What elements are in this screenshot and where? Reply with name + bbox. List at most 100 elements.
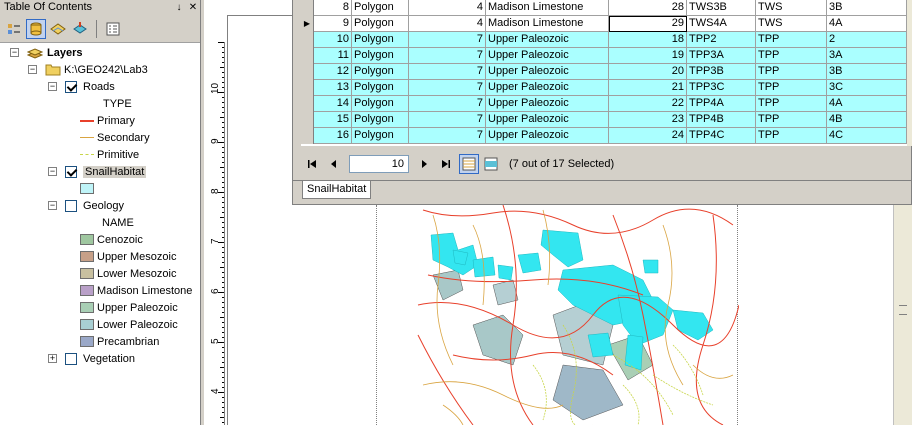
cell-sub[interactable]: 3C (827, 80, 907, 96)
map-vertical-scrollbar[interactable] (893, 205, 912, 425)
cell-shape[interactable]: Polygon (352, 48, 409, 64)
cell-unit[interactable]: TPP4B (687, 112, 756, 128)
cell-unit[interactable]: TPP4A (687, 96, 756, 112)
cell-shape[interactable]: Polygon (352, 96, 409, 112)
table-row[interactable]: 10 Polygon 7 Upper Paleozoic 18 TPP2 TPP 2 (301, 32, 912, 48)
geology-class-row[interactable]: Lower Mesozoic (80, 265, 176, 282)
cell-code[interactable]: 7 (409, 80, 486, 96)
cell-num[interactable]: 23 (609, 112, 687, 128)
cell-num[interactable]: 29 (609, 16, 687, 32)
cell-shape[interactable]: Polygon (352, 128, 409, 144)
list-by-drawing-order-icon[interactable] (4, 19, 24, 39)
cell-num[interactable]: 22 (609, 96, 687, 112)
pin-icon[interactable]: ↓ (172, 2, 186, 13)
cell-sub[interactable]: 4B (827, 112, 907, 128)
cell-name[interactable]: Upper Paleozoic (486, 64, 609, 80)
cell-name[interactable]: Upper Paleozoic (486, 48, 609, 64)
cell-num[interactable]: 20 (609, 64, 687, 80)
geology-class-row[interactable]: Cenozoic (80, 231, 143, 248)
row-header[interactable] (301, 32, 314, 48)
cell-code[interactable]: 7 (409, 128, 486, 144)
cell-sub[interactable]: 4C (827, 128, 907, 144)
roads-class-primary[interactable]: Primary (80, 112, 135, 129)
cell-shape[interactable]: Polygon (352, 80, 409, 96)
show-selected-records-icon[interactable] (481, 154, 501, 174)
show-all-records-icon[interactable] (459, 154, 479, 174)
row-header[interactable] (301, 80, 314, 96)
geology-class-row[interactable]: Lower Paleozoic (80, 316, 178, 333)
table-row[interactable]: 14 Polygon 7 Upper Paleozoic 22 TPP4A TPP 4A (301, 96, 912, 112)
cell-grp[interactable]: TPP (756, 96, 827, 112)
options-icon[interactable] (103, 19, 123, 39)
cell-unit[interactable]: TPP3A (687, 48, 756, 64)
cell-unit[interactable]: TPP3B (687, 64, 756, 80)
vegetation-visibility-checkbox[interactable] (65, 352, 77, 365)
vegetation-layer-node[interactable]: + Vegetation (48, 350, 135, 367)
cell-grp[interactable]: TPP (756, 112, 827, 128)
cell-name[interactable]: Upper Paleozoic (486, 112, 609, 128)
cell-grp[interactable]: TWS (756, 0, 827, 16)
geology-class-row[interactable]: Madison Limestone (80, 282, 192, 299)
roads-class-secondary[interactable]: Secondary (80, 129, 150, 146)
cell-code[interactable]: 7 (409, 112, 486, 128)
folder-node[interactable]: − K:\GEO242\Lab3 (28, 61, 148, 78)
table-row[interactable]: 12 Polygon 7 Upper Paleozoic 20 TPP3B TPP 3B (301, 64, 912, 80)
attribute-grid[interactable]: 8 Polygon 4 Madison Limestone 28 TWS3B TWS 3B ▶ 9… (301, 0, 912, 146)
grid-vertical-scrollbar[interactable] (907, 0, 912, 146)
list-by-source-icon[interactable] (26, 18, 46, 39)
current-row-indicator[interactable]: ▶ (301, 16, 314, 32)
cell-code[interactable]: 7 (409, 96, 486, 112)
collapse-icon[interactable]: − (10, 48, 19, 57)
geology-class-row[interactable]: Upper Paleozoic (80, 299, 178, 316)
cell-sub[interactable]: 4A (827, 96, 907, 112)
cell-sub[interactable]: 3A (827, 48, 907, 64)
cell-grp[interactable]: TPP (756, 128, 827, 144)
row-header[interactable] (301, 96, 314, 112)
first-record-button[interactable] (301, 154, 323, 174)
row-header[interactable] (301, 48, 314, 64)
snail-habitat-layer-node[interactable]: − SnailHabitat (48, 163, 147, 180)
collapse-icon[interactable]: − (28, 65, 37, 74)
cell-id[interactable]: 9 (314, 16, 352, 32)
cell-grp[interactable]: TPP (756, 48, 827, 64)
cell-num[interactable]: 28 (609, 0, 687, 16)
cell-unit[interactable]: TPP3C (687, 80, 756, 96)
cell-id[interactable]: 16 (314, 128, 352, 144)
cell-id[interactable]: 11 (314, 48, 352, 64)
layers-node[interactable]: − Layers (10, 44, 82, 61)
cell-name[interactable]: Upper Paleozoic (486, 32, 609, 48)
last-record-button[interactable] (435, 154, 457, 174)
cell-grp[interactable]: TPP (756, 32, 827, 48)
row-header[interactable] (301, 64, 314, 80)
cell-unit[interactable]: TWS3B (687, 0, 756, 16)
geology-visibility-checkbox[interactable] (65, 199, 77, 212)
cell-shape[interactable]: Polygon (352, 0, 409, 16)
collapse-icon[interactable]: − (48, 82, 57, 91)
table-row[interactable]: 11 Polygon 7 Upper Paleozoic 19 TPP3A TPP 3A (301, 48, 912, 64)
geology-class-row[interactable]: Precambrian (80, 333, 159, 350)
cell-sub[interactable]: 3B (827, 0, 907, 16)
table-row[interactable]: 16 Polygon 7 Upper Paleozoic 24 TPP4C TPP 4C (301, 128, 912, 144)
cell-id[interactable]: 14 (314, 96, 352, 112)
next-record-button[interactable] (413, 154, 435, 174)
expand-icon[interactable]: + (48, 354, 57, 363)
cell-name[interactable]: Madison Limestone (486, 0, 609, 16)
cell-code[interactable]: 7 (409, 48, 486, 64)
cell-grp[interactable]: TWS (756, 16, 827, 32)
roads-visibility-checkbox[interactable] (65, 80, 77, 93)
table-row[interactable]: 13 Polygon 7 Upper Paleozoic 21 TPP3C TPP 3C (301, 80, 912, 96)
cell-num[interactable]: 21 (609, 80, 687, 96)
cell-num[interactable]: 24 (609, 128, 687, 144)
scrollbar-grip[interactable] (899, 305, 907, 315)
cell-unit[interactable]: TPP2 (687, 32, 756, 48)
cell-name[interactable]: Madison Limestone (486, 16, 609, 32)
current-record-field[interactable]: 10 (349, 155, 409, 173)
tab-snail-habitat[interactable]: SnailHabitat (302, 181, 372, 199)
cell-id[interactable]: 13 (314, 80, 352, 96)
row-header[interactable] (301, 0, 314, 16)
cell-code[interactable]: 4 (409, 0, 486, 16)
cell-unit[interactable]: TWS4A (687, 16, 756, 32)
table-row[interactable]: ▶ 9 Polygon 4 Madison Limestone 29 TWS4A TWS 4A (301, 16, 912, 32)
cell-shape[interactable]: Polygon (352, 16, 409, 32)
table-row[interactable]: 15 Polygon 7 Upper Paleozoic 23 TPP4B TPP 4B (301, 112, 912, 128)
